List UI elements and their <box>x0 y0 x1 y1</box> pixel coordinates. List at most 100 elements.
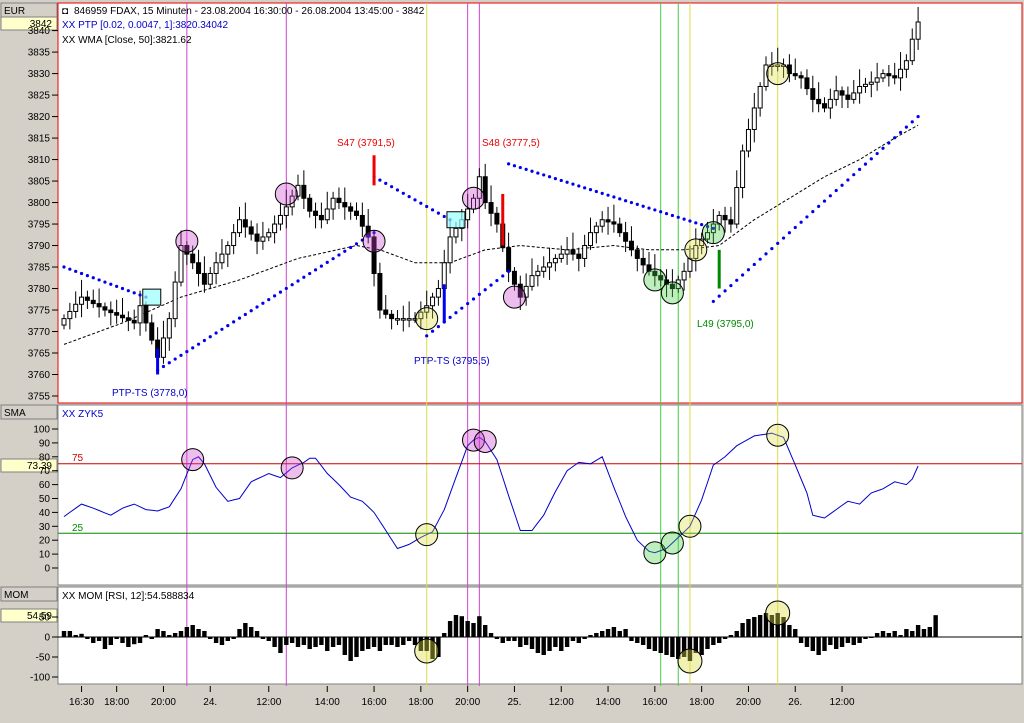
sma-panel-label: SMA <box>4 408 26 419</box>
ptp-dot <box>553 177 558 181</box>
time-tick-label: 16:00 <box>362 697 387 708</box>
candle-down <box>605 219 611 223</box>
mom-bar <box>85 637 90 639</box>
ptp-dot <box>664 212 669 216</box>
candle-up <box>207 272 213 285</box>
ptp-dot <box>799 220 803 224</box>
candle-up <box>909 38 915 62</box>
candle-up <box>61 318 67 326</box>
ptp-dot <box>583 186 587 190</box>
ptp-dot <box>647 206 651 210</box>
candle-down <box>102 306 108 311</box>
ptp-dot <box>594 189 598 194</box>
candle-up <box>406 318 412 321</box>
candle-down <box>488 202 494 214</box>
candle-up <box>874 77 880 83</box>
sma-marker-circle <box>415 523 439 547</box>
candle-up <box>435 288 441 298</box>
mom-bar <box>406 637 412 641</box>
mom-bar <box>804 637 810 647</box>
marker-box <box>142 288 162 306</box>
mom-bar <box>208 637 213 639</box>
main-y-tick-label: 3795 <box>28 220 51 231</box>
mom-bar <box>740 623 745 637</box>
ptp-dot <box>764 252 768 256</box>
ptp-dot <box>331 257 335 261</box>
ptp-dot <box>746 268 751 272</box>
ptp-dot <box>542 173 546 177</box>
mom-legend: XX MOM [RSI, 12]:54.588834 <box>62 591 195 602</box>
time-tick-label: 12:00 <box>256 697 281 708</box>
mom-bar <box>851 637 856 645</box>
mom-panel-label: MOM <box>4 590 28 601</box>
mom-bar <box>512 637 517 641</box>
candle-up <box>880 73 886 79</box>
mom-bar <box>518 637 523 647</box>
info-line-ptp: XX PTP [0.02, 0.0047, 1]:3820.34042 <box>62 20 228 31</box>
sma-marker-circle <box>473 430 497 454</box>
main-y-tick-label: 3830 <box>28 69 51 80</box>
info-line-wma: XX WMA [Close, 50]:3821.62 <box>62 35 192 46</box>
main-y-tick-label: 3815 <box>28 134 51 145</box>
time-tick-label: 24. <box>203 697 217 708</box>
mom-bar <box>237 629 242 637</box>
ptp-dot <box>220 327 224 331</box>
candle-down <box>804 77 810 90</box>
mom-bar <box>190 625 195 637</box>
candle-down <box>377 272 383 311</box>
candle-down <box>96 303 102 308</box>
candle-down <box>634 249 640 259</box>
annotation-s48: S48 (3777,5) <box>482 138 540 149</box>
mom-bar <box>617 631 622 637</box>
mom-bar <box>325 637 330 651</box>
ptp-dot <box>776 241 780 245</box>
mom-bar <box>652 637 658 651</box>
main-y-tick-label: 3835 <box>28 48 51 59</box>
mom-bar <box>360 637 365 651</box>
ptp-dot <box>752 262 756 267</box>
mom-bar <box>506 637 511 641</box>
mom-bar <box>793 629 798 637</box>
ptp-dot <box>624 199 628 203</box>
main-y-tick-label: 3760 <box>28 370 51 381</box>
mom-bar <box>161 631 166 637</box>
ptp-dot <box>588 188 593 192</box>
ptp-dot <box>349 245 353 250</box>
ptp-dot <box>717 294 721 298</box>
mom-bar <box>886 633 892 637</box>
candle-up <box>868 81 874 85</box>
ptp-dot <box>278 290 283 294</box>
candle-down <box>313 210 319 216</box>
candle-down <box>722 214 728 221</box>
candle-down <box>318 214 324 221</box>
mom-bar <box>172 633 178 637</box>
ptp-dot <box>858 167 862 171</box>
mom-bar <box>167 635 172 637</box>
mom-bar <box>927 627 932 637</box>
main-y-tick-label: 3825 <box>28 91 51 102</box>
mom-bar <box>810 637 815 651</box>
time-tick-label: 14:00 <box>315 697 340 708</box>
ptp-dot <box>378 178 382 182</box>
mom-bar <box>383 637 388 645</box>
mom-bar <box>553 637 558 647</box>
ptp-dot <box>916 114 920 119</box>
mom-bar <box>734 631 739 637</box>
marker-circle <box>274 182 298 206</box>
time-tick-label: 25. <box>507 697 521 708</box>
mom-bar <box>863 637 868 639</box>
mom-bar <box>635 637 640 643</box>
mom-bar <box>184 627 190 637</box>
sma-y-tick-label: 40 <box>39 508 51 519</box>
mom-bar <box>137 637 143 643</box>
ptp-dot <box>120 286 125 291</box>
ptp-dot <box>512 164 517 168</box>
ptp-dot <box>641 204 645 208</box>
sma-legend: XX ZYK5 <box>62 409 104 420</box>
candle-up <box>266 232 272 238</box>
candle-up <box>137 305 143 324</box>
candle-up <box>582 245 588 259</box>
mom-bar <box>711 637 716 645</box>
sma-y-tick-label: 50 <box>39 494 51 505</box>
candle-up <box>160 337 166 358</box>
